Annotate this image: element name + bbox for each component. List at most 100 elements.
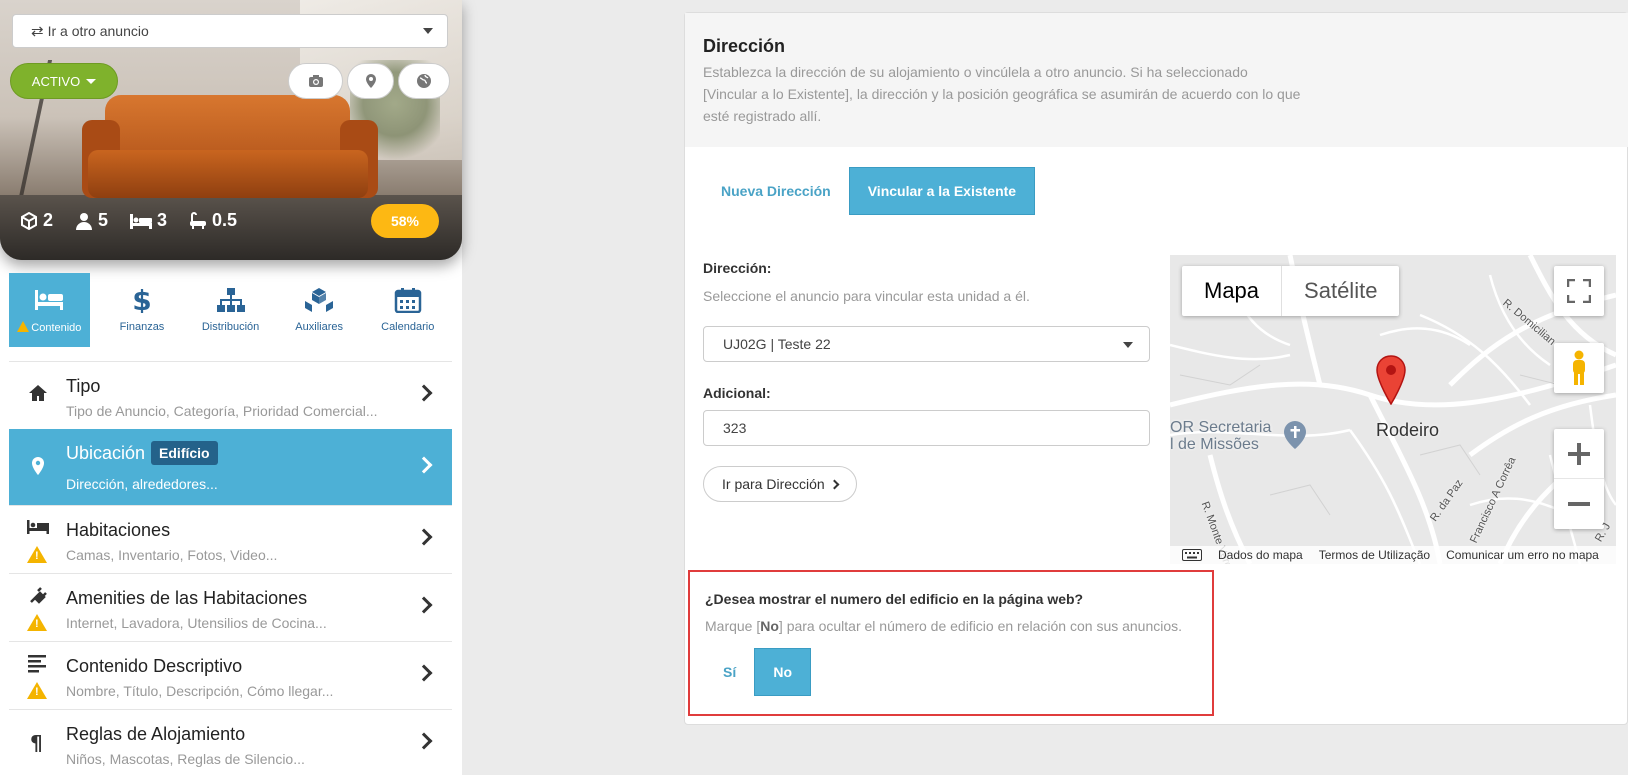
menu-item-title: Reglas de Alojamiento bbox=[66, 724, 246, 744]
status-dropdown-button[interactable]: ACTIVO bbox=[10, 63, 118, 99]
stat-beds-value: 3 bbox=[157, 210, 168, 230]
page-title: Dirección bbox=[703, 36, 786, 56]
map-report-link[interactable]: Comunicar um erro no mapa bbox=[1446, 548, 1599, 562]
tab-calendario[interactable]: Calendario bbox=[363, 273, 452, 347]
listing-photo: ⇄ Ir a otro anuncio ACTIVO 2 5 3 0.5 58% bbox=[0, 0, 462, 260]
address-label: Dirección: bbox=[703, 260, 772, 276]
menu-item-title: Ubicación Edifício bbox=[66, 441, 218, 465]
no-button[interactable]: No bbox=[754, 648, 812, 696]
yes-button[interactable]: Sí bbox=[705, 648, 754, 696]
plus-icon bbox=[1568, 442, 1590, 465]
chevron-right-icon bbox=[415, 528, 433, 546]
map-poi-label: OR Secretaria l de Missões bbox=[1170, 419, 1271, 453]
tab-auxiliares[interactable]: Auxiliares bbox=[275, 273, 364, 347]
go-to-address-label: Ir para Dirección bbox=[722, 476, 825, 492]
photo-sofa-seat bbox=[88, 150, 368, 198]
menu-item-subtitle: Tipo de Anuncio, Categoría, Prioridad Co… bbox=[66, 403, 378, 419]
link-existing-button[interactable]: Vincular a la Existente bbox=[848, 167, 1036, 215]
sitemap-icon bbox=[216, 288, 245, 312]
menu-item-ubicacion[interactable]: Ubicación Edifício Dirección, alrededore… bbox=[9, 429, 452, 505]
map[interactable]: Mapa Satélite Rodeiro OR Secretaria l de… bbox=[1170, 255, 1616, 564]
map-terms-link[interactable]: Termos de Utilização bbox=[1319, 548, 1430, 562]
bed-icon bbox=[35, 289, 64, 310]
location-button[interactable] bbox=[347, 63, 394, 99]
linked-listing-value: UJ02G | Teste 22 bbox=[723, 336, 831, 352]
tab-label: Finanzas bbox=[119, 321, 165, 333]
map-type-control: Mapa Satélite bbox=[1182, 266, 1400, 316]
chevron-down-icon bbox=[1123, 342, 1133, 348]
stat-units: 2 bbox=[20, 210, 53, 231]
warning-icon bbox=[27, 682, 47, 699]
map-pin-icon bbox=[365, 74, 376, 88]
tab-label: Auxiliares bbox=[295, 321, 343, 333]
address-mode-toggle: Nueva Dirección Vincular a la Existente bbox=[703, 167, 1036, 215]
tab-finanzas[interactable]: $ Finanzas bbox=[98, 273, 187, 347]
menu-item-reglas[interactable]: ¶ Reglas de Alojamiento Niños, Mascotas,… bbox=[9, 709, 452, 775]
street-view-button[interactable] bbox=[1554, 343, 1604, 393]
question-hint-text: ] para ocultar el número de edificio en … bbox=[778, 618, 1183, 634]
address-hint: Seleccione el anuncio para vincular esta… bbox=[703, 288, 1030, 304]
linked-listing-select[interactable]: UJ02G | Teste 22 bbox=[703, 326, 1150, 362]
menu-item-habitaciones[interactable]: Habitaciones Camas, Inventario, Fotos, V… bbox=[9, 505, 452, 573]
calendar-icon bbox=[394, 288, 421, 313]
zoom-out-button[interactable] bbox=[1554, 479, 1604, 529]
website-button[interactable] bbox=[398, 63, 450, 99]
page-description: Establezca la dirección de su alojamient… bbox=[703, 64, 1301, 124]
map-data-link[interactable]: Dados do mapa bbox=[1218, 548, 1303, 562]
question-hint-bold: No bbox=[760, 618, 779, 634]
listing-stats: 2 5 3 0.5 bbox=[20, 210, 237, 231]
stat-guests: 5 bbox=[75, 210, 108, 231]
tab-label: Distribución bbox=[201, 321, 260, 333]
bath-icon bbox=[190, 211, 207, 229]
caret-down-icon bbox=[86, 78, 97, 84]
chevron-right-icon bbox=[829, 479, 840, 489]
plug-icon bbox=[30, 587, 47, 604]
building-number-question: ¿Desea mostrar el numero del edificio en… bbox=[688, 570, 1214, 716]
menu-item-title: Habitaciones bbox=[66, 520, 171, 540]
question-hint-text: Marque [ bbox=[705, 618, 761, 634]
keyboard-icon[interactable] bbox=[1182, 549, 1202, 561]
menu-item-title: Amenities de las Habitaciones bbox=[66, 588, 308, 608]
church-icon bbox=[1284, 421, 1306, 449]
tab-contenido-label: Contenido bbox=[17, 320, 81, 334]
chevron-right-icon bbox=[415, 384, 433, 402]
stat-beds: 3 bbox=[130, 210, 167, 231]
menu-item-amenities[interactable]: Amenities de las Habitaciones Internet, … bbox=[9, 573, 452, 641]
go-to-address-button[interactable]: Ir para Dirección bbox=[703, 466, 857, 502]
user-icon bbox=[76, 212, 93, 230]
minus-icon bbox=[1568, 502, 1590, 506]
camera-icon bbox=[308, 75, 323, 87]
additional-input[interactable]: 323 bbox=[703, 410, 1150, 446]
cube-icon bbox=[21, 211, 37, 230]
status-label: ACTIVO bbox=[31, 73, 81, 89]
chevron-right-icon bbox=[415, 596, 433, 614]
goto-listing-select[interactable]: ⇄ Ir a otro anuncio bbox=[12, 14, 448, 48]
stat-baths-value: 0.5 bbox=[212, 210, 238, 230]
map-type-satellite-button[interactable]: Satélite bbox=[1282, 266, 1399, 316]
new-address-button[interactable]: Nueva Dirección bbox=[703, 167, 849, 215]
menu-item-tipo[interactable]: Tipo Tipo de Anuncio, Categoría, Priorid… bbox=[9, 361, 452, 429]
stat-baths: 0.5 bbox=[189, 210, 237, 231]
dollar-icon: $ bbox=[132, 287, 151, 313]
map-footer: Dados do mapa Termos de Utilização Comun… bbox=[1170, 546, 1616, 564]
tab-label: Calendario bbox=[381, 321, 435, 333]
card-header: Dirección Establezca la dirección de su … bbox=[685, 13, 1628, 147]
menu-item-subtitle: Nombre, Título, Descripción, Cómo llegar… bbox=[66, 683, 334, 699]
tab-contenido[interactable]: Contenido bbox=[9, 273, 90, 347]
menu-item-contenido-descriptivo[interactable]: Contenido Descriptivo Nombre, Título, De… bbox=[9, 641, 452, 709]
map-type-map-button[interactable]: Mapa bbox=[1182, 266, 1283, 316]
align-left-icon bbox=[28, 655, 46, 673]
menu-item-subtitle: Niños, Mascotas, Reglas de Silencio... bbox=[66, 751, 305, 767]
menu-item-title: Contenido Descriptivo bbox=[66, 656, 243, 676]
fullscreen-button[interactable] bbox=[1554, 266, 1604, 316]
zoom-in-button[interactable] bbox=[1554, 429, 1604, 479]
photos-button[interactable] bbox=[288, 63, 343, 99]
menu-item-subtitle: Dirección, alrededores... bbox=[66, 476, 218, 492]
tab-distribucion[interactable]: Distribución bbox=[186, 273, 275, 347]
pegman-icon bbox=[1573, 350, 1585, 385]
question-title: ¿Desea mostrar el numero del edificio en… bbox=[705, 591, 1084, 607]
chevron-right-icon bbox=[415, 664, 433, 682]
section-tabs: Contenido $ Finanzas Distribución Auxili… bbox=[9, 273, 452, 347]
svg-text:¶: ¶ bbox=[30, 732, 43, 754]
warning-icon bbox=[17, 320, 30, 332]
